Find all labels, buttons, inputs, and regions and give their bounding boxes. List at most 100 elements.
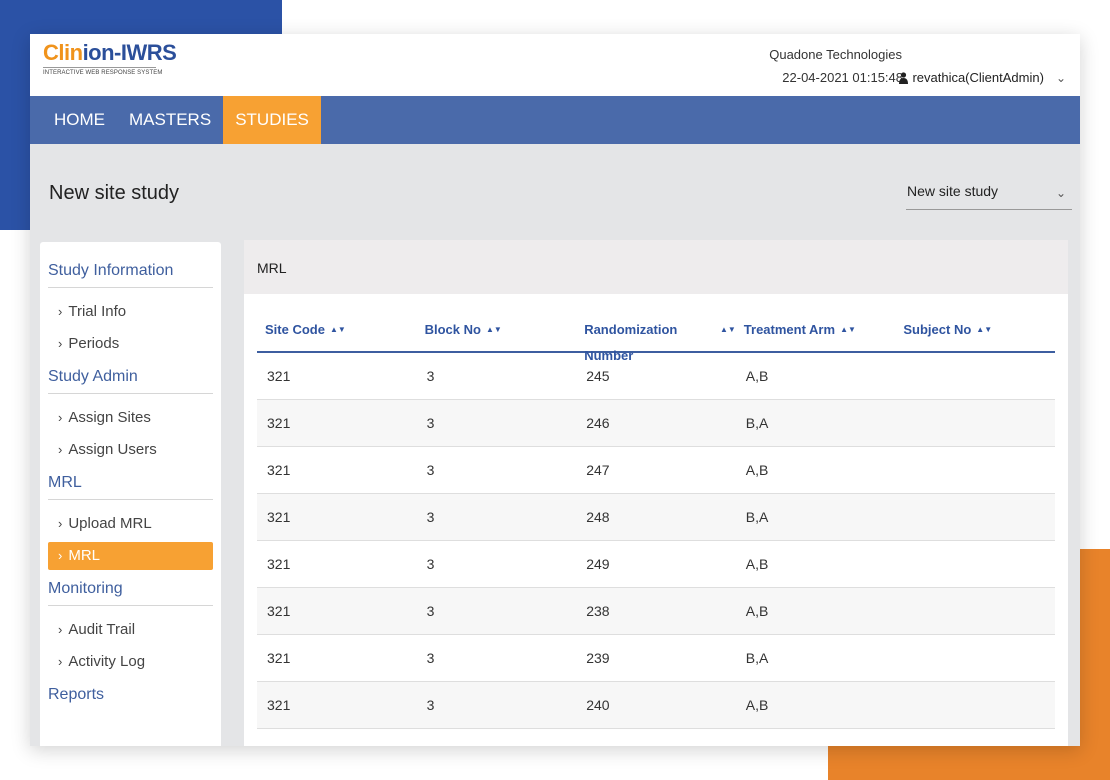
sidebar-item-upload-mrl[interactable]: › Upload MRL [48, 510, 213, 538]
sidebar-item-trial-info[interactable]: › Trial Info [48, 298, 213, 326]
logo-tagline: INTERACTIVE WEB RESPONSE SYSTEM [43, 70, 163, 76]
table-cell: 3 [426, 368, 435, 384]
top-bar: Clinion-IWRS INTERACTIVE WEB RESPONSE SY… [30, 34, 1080, 96]
table-cell [895, 353, 1055, 399]
table-cell: A,B [745, 556, 769, 572]
table-row[interactable]: 321 3 239 B,A [257, 635, 1055, 682]
table-row[interactable]: 321 3 240 A,B [257, 682, 1055, 729]
table-row[interactable]: 321 3 246 B,A [257, 400, 1055, 447]
column-header-treatment-arm[interactable]: Treatment Arm ▲▼ [736, 317, 896, 351]
sidebar-section-reports[interactable]: Reports [48, 686, 213, 711]
sidebar-item-label: Audit Trail [68, 621, 136, 638]
nav-studies[interactable]: STUDIES [223, 96, 321, 144]
chevron-down-icon: ⌄ [1055, 70, 1066, 85]
table-cell: 321 [267, 462, 291, 478]
sidebar-item-activity-log[interactable]: › Activity Log [48, 648, 213, 676]
table-cell: 3 [426, 603, 435, 619]
table-cell [895, 588, 1055, 634]
table-cell [895, 494, 1055, 540]
column-header-block-no[interactable]: Block No ▲▼ [417, 317, 577, 351]
logo-text-part2: ion-IWRS [82, 40, 177, 65]
column-header-randomization-number[interactable]: Randomization Number ▲▼ [576, 317, 736, 363]
table-cell [895, 400, 1055, 446]
sidebar-item-label: Periods [68, 335, 120, 352]
sidebar-section-monitoring[interactable]: Monitoring [48, 580, 213, 606]
user-menu[interactable]: revathica(ClientAdmin) ⌄ [899, 70, 1066, 85]
table-cell [895, 447, 1055, 493]
table-row[interactable]: 321 3 238 A,B [257, 588, 1055, 635]
chevron-right-icon: › [58, 304, 63, 319]
table-cell: 238 [586, 603, 610, 619]
sidebar-item-assign-sites[interactable]: › Assign Sites [48, 404, 213, 432]
table-cell: 240 [586, 697, 610, 713]
study-select[interactable]: New site study ⌄ [906, 180, 1072, 210]
chevron-down-icon: ⌄ [1055, 186, 1066, 200]
table-cell: 3 [426, 697, 435, 713]
mrl-panel: MRL Site Code ▲▼ Block No ▲▼ Randomization… [244, 240, 1068, 746]
sidebar-item-mrl[interactable]: › MRL [48, 542, 213, 570]
table-row[interactable]: 321 3 248 B,A [257, 494, 1055, 541]
current-datetime: 22-04-2021 01:15:48 [782, 70, 903, 85]
sidebar-item-assign-users[interactable]: › Assign Users [48, 436, 213, 464]
chevron-right-icon: › [58, 336, 63, 351]
table-cell: 247 [586, 462, 610, 478]
sidebar-section-study-information[interactable]: Study Information [48, 262, 213, 288]
study-select-value: New site study [907, 183, 999, 199]
table-cell: 321 [267, 415, 291, 431]
sort-icon: ▲▼ [976, 325, 993, 334]
nav-masters[interactable]: MASTERS [117, 96, 223, 144]
table-row[interactable]: 321 3 249 A,B [257, 541, 1055, 588]
table-header: Site Code ▲▼ Block No ▲▼ Randomization Num… [257, 317, 1055, 363]
table-row[interactable]: 321 3 247 A,B [257, 447, 1055, 494]
table-cell: 3 [426, 509, 435, 525]
table-row[interactable]: 321 3 245 A,B [257, 353, 1055, 400]
column-header-site-code[interactable]: Site Code ▲▼ [257, 317, 417, 351]
sidebar-item-label: MRL [68, 547, 101, 564]
table-cell: A,B [745, 462, 769, 478]
column-header-subject-no[interactable]: Subject No ▲▼ [895, 317, 1055, 351]
user-icon [899, 71, 909, 84]
table-cell: 246 [586, 415, 610, 431]
chevron-right-icon: › [58, 622, 63, 637]
app-window: Clinion-IWRS INTERACTIVE WEB RESPONSE SY… [30, 34, 1080, 746]
table-cell: 3 [426, 415, 435, 431]
chevron-right-icon: › [58, 548, 63, 563]
chevron-right-icon: › [58, 410, 63, 425]
table-cell: A,B [745, 603, 769, 619]
sort-icon: ▲▼ [485, 325, 502, 334]
sidebar-section-study-admin[interactable]: Study Admin [48, 368, 213, 394]
table-body: 321 3 245 A,B 321 3 246 B,A 321 3 247 A,B 321 3 248 B,A… [257, 353, 1055, 729]
sidebar-section-mrl[interactable]: MRL [48, 474, 213, 500]
table-cell: A,B [745, 368, 769, 384]
page-title: New site study [49, 182, 180, 204]
sidebar-item-audit-trail[interactable]: › Audit Trail [48, 616, 213, 644]
table-cell [895, 541, 1055, 587]
chevron-right-icon: › [58, 654, 63, 669]
table-cell: 249 [586, 556, 610, 572]
user-name: revathica(ClientAdmin) [912, 70, 1044, 85]
nav-home[interactable]: HOME [42, 96, 117, 144]
table-cell: 321 [267, 603, 291, 619]
sidebar-item-periods[interactable]: › Periods [48, 330, 213, 358]
table-cell: B,A [745, 509, 769, 525]
logo-divider [43, 67, 156, 68]
chevron-right-icon: › [58, 442, 63, 457]
table-cell [895, 682, 1055, 728]
table-cell: A,B [745, 697, 769, 713]
table-cell [895, 635, 1055, 681]
sidebar-item-label: Activity Log [68, 653, 146, 670]
table-cell: 321 [267, 650, 291, 666]
table-cell: 321 [267, 556, 291, 572]
sidebar-item-label: Assign Sites [68, 409, 151, 426]
table-cell: 239 [586, 650, 610, 666]
sidebar-item-label: Assign Users [68, 441, 157, 458]
table-cell: 245 [586, 368, 610, 384]
table-cell: B,A [745, 415, 769, 431]
panel-title: MRL [244, 240, 1068, 294]
mrl-table: Site Code ▲▼ Block No ▲▼ Randomization Num… [257, 317, 1055, 729]
sidebar: Study Information › Trial Info › Periods S… [40, 242, 221, 746]
sort-icon: ▲▼ [840, 325, 856, 334]
table-cell: 248 [586, 509, 610, 525]
app-logo[interactable]: Clinion-IWRS INTERACTIVE WEB RESPONSE SY… [43, 40, 177, 76]
sort-icon: ▲▼ [329, 325, 346, 334]
